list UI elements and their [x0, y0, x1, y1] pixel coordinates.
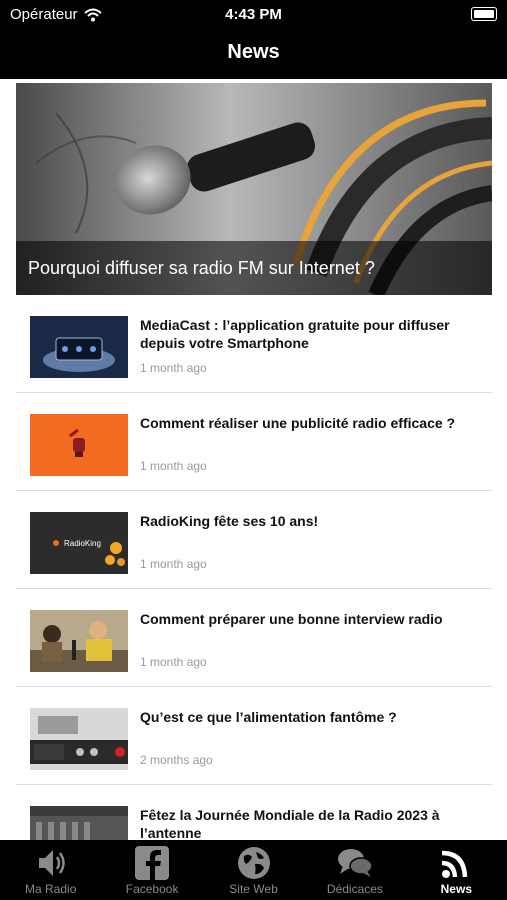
article-thumbnail: [30, 806, 128, 840]
page-title: News: [227, 41, 280, 63]
article-thumbnail: RadioKing: [30, 512, 128, 574]
tab-ma-radio[interactable]: Ma Radio: [0, 840, 101, 900]
chat-bubbles-icon: [337, 849, 373, 877]
article-thumbnail: [30, 610, 128, 672]
article-date: 1 month ago: [140, 557, 207, 571]
tab-news[interactable]: News: [406, 840, 507, 900]
featured-title: Pourquoi diffuser sa radio FM sur Intern…: [28, 258, 375, 278]
tab-label: Ma Radio: [25, 882, 77, 896]
article-date: 1 month ago: [140, 459, 207, 473]
tab-bar: Ma Radio Facebook Site Web Dédicaces New…: [0, 840, 507, 900]
tab-dedicaces[interactable]: Dédicaces: [304, 840, 405, 900]
article-date: 1 month ago: [140, 361, 207, 375]
tab-label: Site Web: [229, 882, 278, 896]
article-title: Fêtez la Journée Mondiale de la Radio 20…: [140, 807, 440, 840]
article-row[interactable]: MediaCast : l’application gratuite pour …: [16, 295, 492, 393]
article-title: RadioKing fête ses 10 ans!: [140, 513, 319, 529]
article-title: MediaCast : l’application gratuite pour …: [140, 317, 450, 351]
battery-icon: [471, 7, 497, 21]
article-thumbnail: [30, 708, 128, 770]
news-feed[interactable]: Pourquoi diffuser sa radio FM sur Intern…: [0, 79, 507, 840]
facebook-icon: [135, 846, 170, 880]
nav-header: News: [0, 30, 507, 79]
tab-label: Dédicaces: [326, 882, 383, 896]
tab-label: News: [440, 882, 472, 896]
article-list: MediaCast : l’application gratuite pour …: [16, 295, 492, 840]
featured-article[interactable]: Pourquoi diffuser sa radio FM sur Intern…: [16, 83, 492, 295]
article-row[interactable]: Comment préparer une bonne interview rad…: [16, 589, 492, 687]
article-date: 2 months ago: [140, 753, 213, 767]
tab-facebook[interactable]: Facebook: [101, 840, 202, 900]
speaker-icon: [38, 850, 65, 876]
globe-icon: [237, 847, 270, 879]
article-row[interactable]: Comment réaliser une publicité radio eff…: [16, 393, 492, 491]
tab-site-web[interactable]: Site Web: [203, 840, 304, 900]
status-bar: Opérateur 4:43 PM: [0, 0, 507, 30]
article-title: Comment réaliser une publicité radio eff…: [140, 415, 456, 431]
clock: 4:43 PM: [225, 6, 282, 23]
article-row[interactable]: RadioKing RadioKing fête ses 10 ans! 1 m…: [16, 491, 492, 589]
article-date: 1 month ago: [140, 655, 207, 669]
article-thumbnail: [30, 414, 128, 476]
article-row[interactable]: Fêtez la Journée Mondiale de la Radio 20…: [16, 785, 492, 840]
thumbnail-logo-text: RadioKing: [64, 539, 101, 548]
article-title: Qu’est ce que l’alimentation fantôme ?: [140, 709, 397, 725]
tab-label: Facebook: [125, 882, 179, 896]
article-title: Comment préparer une bonne interview rad…: [140, 611, 443, 627]
article-thumbnail: [30, 316, 128, 378]
article-row[interactable]: Qu’est ce que l’alimentation fantôme ? 2…: [16, 687, 492, 785]
rss-icon: [442, 850, 468, 878]
